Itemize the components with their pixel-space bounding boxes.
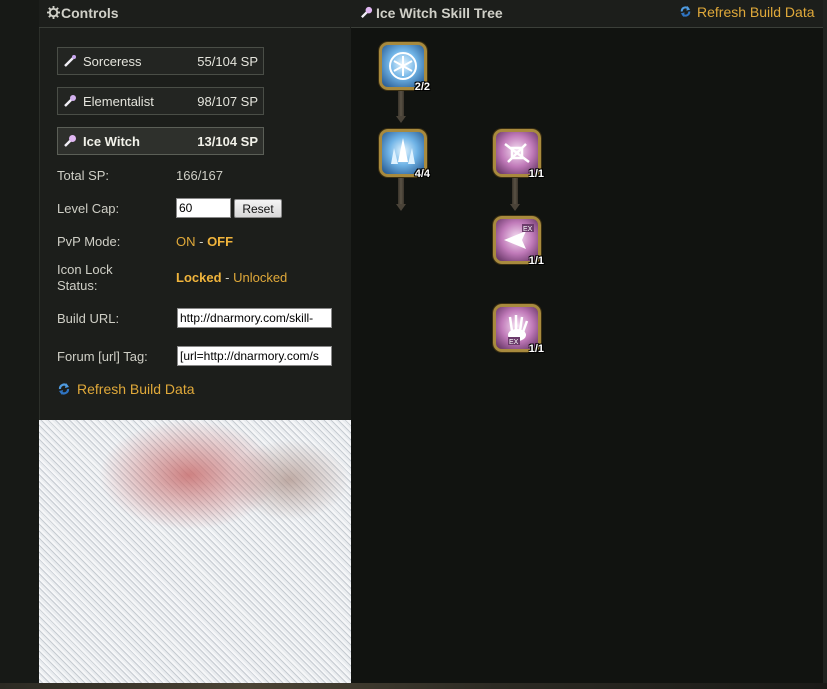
class-tab-ice-witch[interactable]: Ice Witch 13/104 SP: [57, 127, 264, 155]
skill-level: 1/1: [528, 255, 544, 267]
icon-lock-label-line2: Status:: [57, 278, 98, 293]
skill-level: 2/2: [414, 81, 430, 93]
skill-shatter[interactable]: 1/1: [493, 129, 544, 180]
build-url-field[interactable]: [177, 308, 332, 328]
class-tab-sorceress[interactable]: Sorceress 55/104 SP: [57, 47, 264, 75]
skill-tree-area: [351, 28, 823, 683]
skill-level: 1/1: [528, 168, 544, 180]
class-tab-label: Sorceress: [83, 54, 142, 69]
pvp-on-option[interactable]: ON: [176, 234, 196, 249]
controls-refresh-label: Refresh Build Data: [77, 381, 195, 397]
skill-snowflake[interactable]: 2/2: [379, 42, 430, 93]
icon-lock-unlocked-option[interactable]: Unlocked: [233, 270, 287, 285]
class-tab-sp: 98/107 SP: [197, 94, 258, 109]
controls-refresh-link[interactable]: Refresh Build Data: [57, 381, 195, 397]
class-tab-label: Elementalist: [83, 94, 154, 109]
svg-text:EX: EX: [523, 226, 533, 233]
icon-lock-locked-option[interactable]: Locked: [176, 270, 222, 285]
level-cap-input[interactable]: [176, 198, 231, 218]
controls-title: Controls: [61, 5, 119, 21]
tree-refresh-label: Refresh Build Data: [697, 4, 815, 20]
skill-ex-arrow[interactable]: EX 1/1: [493, 216, 544, 267]
total-sp-label: Total SP:: [57, 168, 110, 183]
skill-level: 1/1: [528, 343, 544, 355]
reset-button[interactable]: Reset: [234, 199, 282, 218]
wand-icon: [361, 6, 373, 18]
tree-refresh-link[interactable]: Refresh Build Data: [679, 4, 815, 20]
controls-header: Controls: [39, 0, 350, 28]
class-tab-sp: 55/104 SP: [197, 54, 258, 69]
tree-connector-arrow: [396, 176, 406, 212]
class-tab-elementalist[interactable]: Elementalist 98/107 SP: [57, 87, 264, 115]
gear-icon: [47, 6, 60, 19]
total-sp-value: 166/167: [176, 168, 223, 183]
icon-lock-separator: -: [221, 270, 234, 285]
icon-lock-options: Locked - Unlocked: [176, 270, 287, 285]
icon-lock-label: Icon Lock Status:: [57, 262, 113, 294]
tree-connector-arrow: [396, 90, 406, 124]
class-tab-label: Ice Witch: [83, 134, 140, 149]
pvp-separator: -: [195, 234, 208, 249]
forum-tag-field[interactable]: [177, 346, 332, 366]
skill-ex-hand[interactable]: EX 1/1: [493, 304, 544, 355]
svg-text:EX: EX: [509, 339, 519, 346]
obscured-image: [39, 420, 353, 683]
level-cap-label: Level Cap:: [57, 201, 120, 216]
left-gutter: [0, 0, 39, 689]
skill-ice-spike[interactable]: 4/4: [379, 129, 430, 180]
wand-icon: [64, 55, 76, 67]
tree-connector-arrow: [510, 176, 520, 212]
wand-icon: [64, 135, 76, 147]
bottom-bar: [0, 683, 827, 689]
wand-icon: [64, 95, 76, 107]
icon-lock-label-line1: Icon Lock: [57, 262, 113, 277]
pvp-mode-options: ON - OFF: [176, 234, 233, 249]
forum-tag-label: Forum [url] Tag:: [57, 349, 148, 364]
pvp-mode-label: PvP Mode:: [57, 234, 121, 249]
refresh-icon: [680, 5, 691, 18]
right-gutter: [823, 0, 827, 689]
skill-tree-title: Ice Witch Skill Tree: [376, 5, 503, 21]
build-url-label: Build URL:: [57, 311, 120, 326]
skill-level: 4/4: [414, 168, 430, 180]
refresh-icon: [58, 383, 70, 395]
pvp-off-option[interactable]: OFF: [207, 234, 233, 249]
class-tab-sp: 13/104 SP: [197, 134, 258, 149]
